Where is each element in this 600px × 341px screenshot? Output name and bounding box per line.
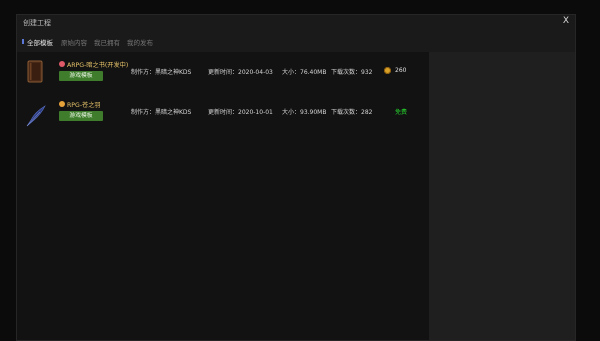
game-template-button[interactable]: 游戏模板 [59,111,103,121]
tab-all-templates[interactable]: 全部模板 [27,37,53,47]
updated-text: 更新时间：2020-04-03 [208,69,273,76]
close-button[interactable]: X [563,16,569,26]
tab-owned[interactable]: 我已拥有 [94,37,120,47]
favorite-dot-icon [59,101,65,107]
downloads-text: 下载次数：282 [331,109,373,116]
tab-bar: 全部模板 原始内容 我已拥有 我的发布 [17,33,575,51]
maker-text: 制作方：黑暗之神KDS [131,69,192,76]
tab-my-published[interactable]: 我的发布 [127,37,153,47]
price-text: 免费 [395,109,408,116]
updated-text: 更新时间：2020-10-01 [208,109,273,116]
tab-original-content[interactable]: 原始内容 [61,37,87,47]
create-project-dialog: 创建工程 X 全部模板 原始内容 我已拥有 我的发布 ARPG-暗之书(开发中)… [16,14,576,341]
template-item: ARPG-暗之书(开发中) 游戏模板 制作方：黑暗之神KDS 更新时间：2020… [17,58,429,98]
feather-quill-icon[interactable] [25,104,46,128]
favorite-dot-icon [59,61,65,67]
template-list: ARPG-暗之书(开发中) 游戏模板 制作方：黑暗之神KDS 更新时间：2020… [17,52,429,340]
game-template-button[interactable]: 游戏模板 [59,71,103,81]
template-name[interactable]: ARPG-暗之书(开发中) [67,60,128,69]
template-item: RPG-苍之羽 游戏模板 制作方：黑暗之神KDS 更新时间：2020-10-01… [17,98,429,138]
side-panel [429,52,575,340]
dialog-titlebar: 创建工程 X [17,15,575,31]
maker-text: 制作方：黑暗之神KDS [131,109,192,116]
downloads-text: 下载次数：932 [331,69,373,76]
size-text: 大小：76.40MB [282,69,327,76]
template-name[interactable]: RPG-苍之羽 [67,100,101,109]
size-text: 大小：93.90MB [282,109,327,116]
coin-icon [384,67,391,74]
dialog-title: 创建工程 [23,19,51,27]
active-tab-marker [22,39,24,44]
price-text: 260 [395,67,407,74]
book-icon[interactable] [25,60,45,84]
